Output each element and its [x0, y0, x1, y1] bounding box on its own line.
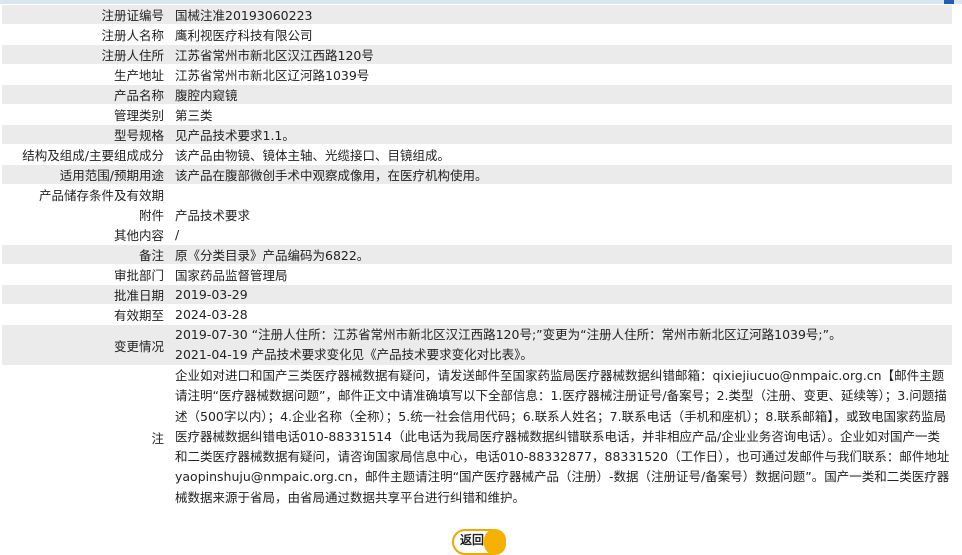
table-row: 生产地址 江苏省常州市新北区辽河路1039号 [2, 64, 952, 85]
row-label: 注册人住所 [2, 44, 169, 65]
structure-composition: 该产品由物镜、镜体主轴、光缆接口、目镜组成。 [169, 144, 952, 165]
registrant-name: 鹰利视医疗科技有限公司 [169, 24, 952, 45]
table-row: 产品名称 腹腔内窥镜 [2, 84, 952, 105]
intended-use: 该产品在腹部微创手术中观察成像用，在医疗机构使用。 [169, 164, 952, 185]
row-label: 产品名称 [2, 84, 169, 105]
table-row: 有效期至 2024-03-28 [2, 304, 952, 325]
attachments: 产品技术要求 [169, 204, 952, 225]
table-row: 其他内容 / [2, 224, 952, 245]
row-label: 变更情况 [2, 324, 169, 366]
table-row: 结构及组成/主要组成成分 该产品由物镜、镜体主轴、光缆接口、目镜组成。 [2, 144, 952, 165]
top-border [0, 0, 962, 4]
row-label: 备注 [2, 244, 169, 265]
change-entry: 2021-04-19 产品技术要求变化见《产品技术要求变化对比表》。 [175, 347, 533, 362]
table-row: 注 企业如对进口和国产三类医疗器械数据有疑问，请发送邮件至国家药监局医疗器械数据… [2, 365, 952, 510]
row-label: 产品储存条件及有效期 [2, 184, 169, 205]
registrant-address: 江苏省常州市新北区汉江西路120号 [169, 44, 952, 65]
registration-detail-table: 注册证编号 国械注准20193060223 注册人名称 鹰利视医疗科技有限公司 … [2, 5, 952, 510]
change-history: 2019-07-30 “注册人住所：江苏省常州市新北区汉江西路120号;”变更为… [169, 324, 952, 366]
row-label: 其他内容 [2, 224, 169, 245]
approval-department: 国家药品监督管理局 [169, 264, 952, 285]
registration-number: 国械注准20193060223 [169, 5, 952, 25]
table-row: 备注 原《分类目录》产品编码为6822。 [2, 244, 952, 265]
remarks: 原《分类目录》产品编码为6822。 [169, 244, 952, 265]
production-address: 江苏省常州市新北区辽河路1039号 [169, 64, 952, 85]
table-row: 型号规格 见产品技术要求1.1。 [2, 124, 952, 145]
scroll-indicator [944, 0, 954, 4]
row-label: 注册人名称 [2, 24, 169, 45]
table-row: 适用范围/预期用途 该产品在腹部微创手术中观察成像用，在医疗机构使用。 [2, 164, 952, 185]
model-spec: 见产品技术要求1.1。 [169, 124, 952, 145]
table-row: 注册人名称 鹰利视医疗科技有限公司 [2, 24, 952, 45]
table-row: 附件 产品技术要求 [2, 204, 952, 225]
other-content: / [169, 224, 952, 245]
row-label: 结构及组成/主要组成成分 [2, 144, 169, 165]
table-row: 审批部门 国家药品监督管理局 [2, 264, 952, 285]
change-entry: 2019-07-30 “注册人住所：江苏省常州市新北区汉江西路120号;”变更为… [175, 327, 842, 342]
table-row: 注册人住所 江苏省常州市新北区汉江西路120号 [2, 44, 952, 65]
row-label: 型号规格 [2, 124, 169, 145]
valid-until: 2024-03-28 [169, 304, 952, 325]
approval-date: 2019-03-29 [169, 284, 952, 305]
product-name: 腹腔内窥镜 [169, 84, 952, 105]
row-label: 生产地址 [2, 64, 169, 85]
back-button-label: 返回 [460, 533, 485, 547]
table-row: 批准日期 2019-03-29 [2, 284, 952, 305]
row-label: 管理类别 [2, 104, 169, 125]
row-label: 审批部门 [2, 264, 169, 285]
row-label: 注 [2, 365, 169, 510]
storage-conditions [169, 184, 952, 205]
table-row: 变更情况 2019-07-30 “注册人住所：江苏省常州市新北区汉江西路120号… [2, 324, 952, 366]
row-label: 附件 [2, 204, 169, 225]
note-text: 企业如对进口和国产三类医疗器械数据有疑问，请发送邮件至国家药监局医疗器械数据纠错… [169, 365, 952, 510]
row-label: 适用范围/预期用途 [2, 164, 169, 185]
table-row: 管理类别 第三类 [2, 104, 952, 125]
row-label: 有效期至 [2, 304, 169, 325]
management-class: 第三类 [169, 104, 952, 125]
row-label: 注册证编号 [2, 5, 169, 25]
back-button-decoration [484, 529, 506, 555]
back-button[interactable]: 返回 [452, 529, 506, 555]
row-label: 批准日期 [2, 284, 169, 305]
table-row: 产品储存条件及有效期 [2, 184, 952, 205]
table-row: 注册证编号 国械注准20193060223 [2, 5, 952, 25]
